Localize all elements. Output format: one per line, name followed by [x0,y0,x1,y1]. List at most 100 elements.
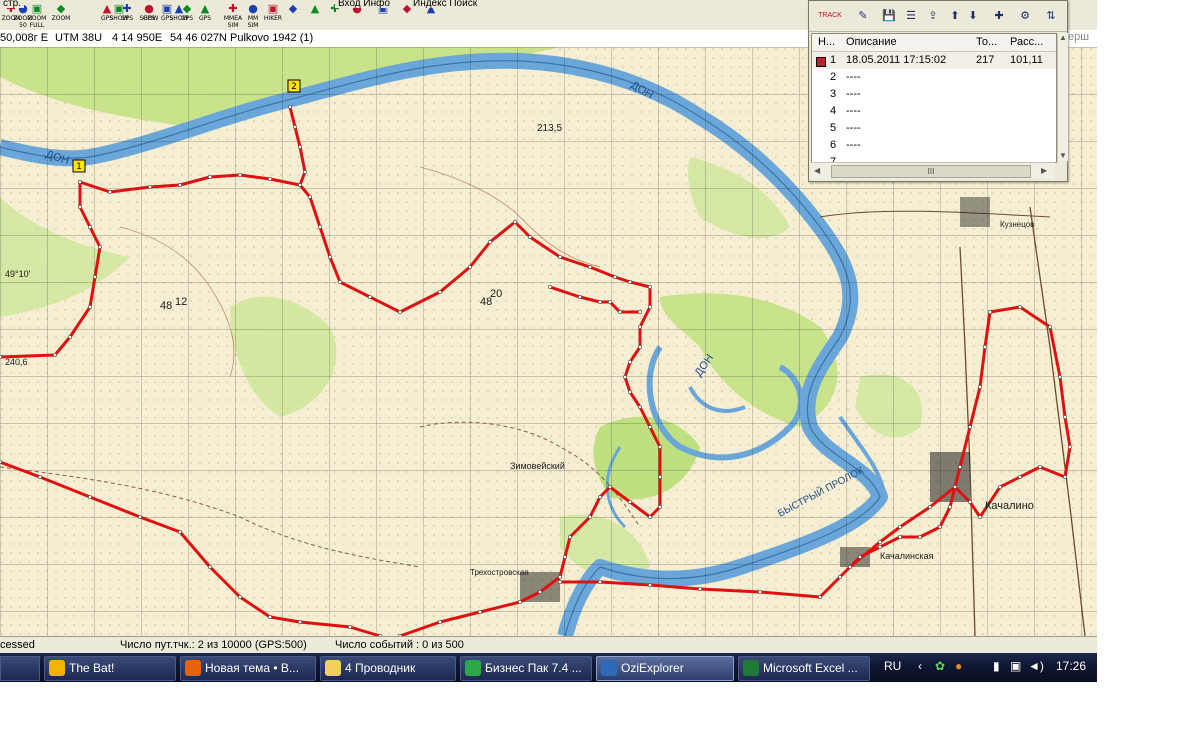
track-point[interactable] [612,274,618,280]
track-point[interactable] [517,599,523,605]
track-point[interactable] [347,624,353,630]
track-point[interactable] [477,609,483,615]
track-point[interactable] [207,564,213,570]
track-point[interactable] [87,304,93,310]
track-point[interactable] [487,239,493,245]
track-point[interactable] [87,224,93,230]
track-point[interactable] [637,309,643,315]
track-row[interactable]: 5 ---- [812,120,1056,137]
add-point-button[interactable]: ✚ [989,6,1009,26]
track-point[interactable] [697,586,703,592]
tray-expand-icon[interactable]: ‹ [918,659,922,673]
track-point[interactable] [337,279,343,285]
track-point[interactable] [0,354,3,360]
save-button[interactable]: 💾 [879,6,899,26]
track-point[interactable] [757,589,763,595]
track-point[interactable] [267,176,273,182]
track-point[interactable] [977,384,983,390]
track-point[interactable] [1047,324,1053,330]
sort-button[interactable]: ⇅ [1041,6,1061,26]
settings-button[interactable]: ⚙ [1015,6,1035,26]
track-point[interactable] [637,404,643,410]
language-indicator[interactable]: RU [884,659,901,673]
track-color-swatch[interactable] [816,57,826,67]
track-point[interactable] [97,244,103,250]
track-point[interactable] [297,182,303,188]
track-point[interactable] [952,484,958,490]
start-stub[interactable] [0,656,40,681]
track-point[interactable] [527,234,533,240]
track-point[interactable] [857,554,863,560]
col-points[interactable]: То... [976,36,997,48]
scroll-down-icon[interactable]: ▼ [1059,151,1067,160]
track-row[interactable]: 1 18.05.2011 17:15:02 217 101,11 [812,52,1056,69]
track-point[interactable] [37,474,43,480]
hiker-button[interactable]: ▣ HIKER [262,3,284,27]
scroll-up-icon[interactable]: ▲ [1059,33,1067,42]
track-row[interactable]: 4 ---- [812,103,1056,120]
track-point[interactable] [1017,304,1023,310]
network-icon[interactable]: ▣ [1010,659,1021,673]
menu-item-menu-left[interactable]: стр. [0,0,24,9]
track-point[interactable] [627,359,633,365]
track-point[interactable] [877,539,883,545]
waypoint-1-marker[interactable]: 1 [72,159,86,173]
col-number[interactable]: Н... [818,36,835,48]
zoom-full-button[interactable]: ▣ ZOOM FULL [26,3,48,30]
track-point[interactable] [562,554,568,560]
track-point[interactable] [87,494,93,500]
track-list-vscroll[interactable]: ▲ ▼ [1057,33,1068,161]
track-point[interactable] [52,352,58,358]
track-point[interactable] [637,344,643,350]
track-point[interactable] [292,124,298,130]
track-point[interactable] [967,424,973,430]
tray-app-icon[interactable]: ● [955,659,962,673]
scroll-right-icon[interactable]: ▶ [1041,166,1047,175]
track-point[interactable] [137,514,143,520]
scroll-left-icon[interactable]: ◀ [814,166,820,175]
track-point[interactable] [622,374,628,380]
track-point[interactable] [67,334,73,340]
col-distance[interactable]: Расс... [1010,36,1043,48]
track-point[interactable] [177,182,183,188]
track-point[interactable] [77,179,83,185]
taskbar-item[interactable]: Microsoft Excel ... [738,656,870,681]
volume-icon[interactable]: ◄) [1028,659,1044,673]
track-point[interactable] [367,294,373,300]
gps-track-button[interactable]: ▣ GPS [156,3,178,27]
track-point[interactable] [1062,414,1068,420]
gps-button[interactable]: ▲ GPS [96,3,118,27]
track-point[interactable] [537,589,543,595]
track-row[interactable]: 3 ---- [812,86,1056,103]
track-point[interactable] [967,499,973,505]
track-row[interactable]: 6 ---- [812,137,1056,154]
track-point[interactable] [647,582,653,588]
taskbar-item[interactable]: The Bat! [44,656,176,681]
track-point[interactable] [177,529,183,535]
col-description[interactable]: Описание [846,36,897,48]
track-point[interactable] [657,504,663,510]
track-point[interactable] [837,574,843,580]
track-point[interactable] [467,264,473,270]
track-point[interactable] [987,309,993,315]
track-point[interactable] [237,594,243,600]
moving-map-button[interactable]: ● MM SIM [242,3,264,30]
track-point[interactable] [327,254,333,260]
track-point[interactable] [557,579,563,585]
track-point[interactable] [982,344,988,350]
track-add-button[interactable]: TRACK [815,6,845,26]
export-button[interactable]: ⇪ [923,6,943,26]
track-point[interactable] [657,474,663,480]
track-point[interactable] [627,279,633,285]
zoom-alt-button[interactable]: ◆ ZOOM [50,3,72,27]
track-point[interactable] [302,169,308,175]
track-point[interactable] [307,194,313,200]
track-point[interactable] [847,564,853,570]
anchor-button[interactable]: ▲ [304,3,326,27]
track-point[interactable] [997,484,1003,490]
track-point[interactable] [147,184,153,190]
clock[interactable]: 17:26 [1056,659,1086,673]
track-point[interactable] [877,544,883,550]
track-point[interactable] [617,309,623,315]
track-point[interactable] [897,534,903,540]
